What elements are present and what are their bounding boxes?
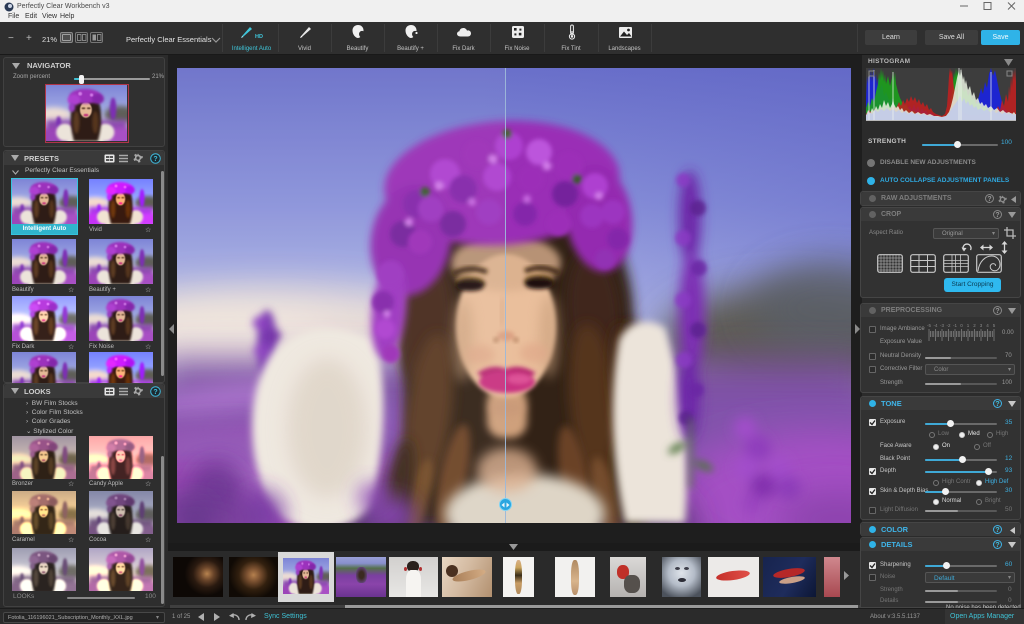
svg-text:-1: -1 <box>953 323 957 328</box>
svg-text:?: ? <box>153 389 157 396</box>
svg-text:5: 5 <box>993 323 996 328</box>
svg-text:HD: HD <box>255 34 263 40</box>
svg-text:3: 3 <box>980 323 983 328</box>
svg-text:4: 4 <box>986 323 989 328</box>
svg-text:-4: -4 <box>933 323 937 328</box>
svg-text:2: 2 <box>973 323 976 328</box>
svg-text:0: 0 <box>960 323 963 328</box>
svg-text:1: 1 <box>967 323 970 328</box>
svg-text:-5: -5 <box>927 323 931 328</box>
svg-text:-3: -3 <box>940 323 944 328</box>
svg-text:-2: -2 <box>946 323 950 328</box>
svg-text:?: ? <box>153 156 157 163</box>
